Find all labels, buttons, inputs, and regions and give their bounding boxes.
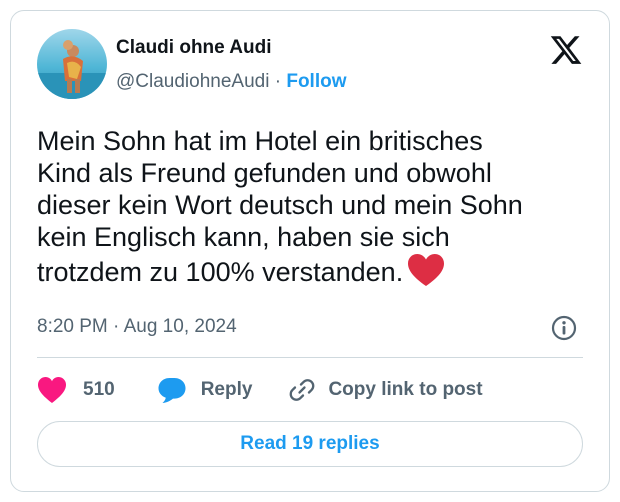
reply-button[interactable]: Reply — [157, 376, 253, 404]
copy-link-button[interactable]: Copy link to post — [288, 376, 483, 404]
copy-link-label: Copy link to post — [328, 379, 483, 400]
read-replies-button[interactable]: Read 19 replies — [37, 421, 583, 467]
like-button[interactable]: 510 — [37, 376, 115, 404]
tweet-card: Claudi ohne Audi @ClaudiohneAudi · Follo… — [10, 10, 610, 492]
red-heart-emoji-icon — [407, 253, 445, 287]
author-handle[interactable]: @ClaudiohneAudi — [116, 71, 269, 92]
heart-icon — [38, 377, 66, 403]
reply-label: Reply — [200, 379, 253, 400]
avatar[interactable] — [37, 29, 107, 99]
follow-link[interactable]: Follow — [286, 71, 346, 92]
author-handle-row: @ClaudiohneAudi · Follow — [116, 71, 347, 93]
tweet-timestamp[interactable]: 8:20 PM · Aug 10, 2024 — [37, 316, 237, 338]
handle-separator: · — [269, 71, 287, 92]
like-count: 510 — [83, 379, 115, 400]
link-icon — [290, 379, 315, 401]
info-icon[interactable] — [551, 315, 577, 341]
x-logo-icon[interactable] — [549, 33, 583, 67]
action-bar: 510 Reply Copy link to post — [37, 375, 483, 405]
tweet-text: Mein Sohn hat im Hotel ein britisches Ki… — [37, 125, 597, 288]
read-replies-label: Read 19 replies — [240, 433, 380, 454]
divider — [37, 357, 583, 358]
author-name[interactable]: Claudi ohne Audi — [116, 37, 272, 59]
reply-bubble-icon — [158, 378, 186, 403]
tweet-body: Mein Sohn hat im Hotel ein britisches Ki… — [37, 126, 523, 287]
